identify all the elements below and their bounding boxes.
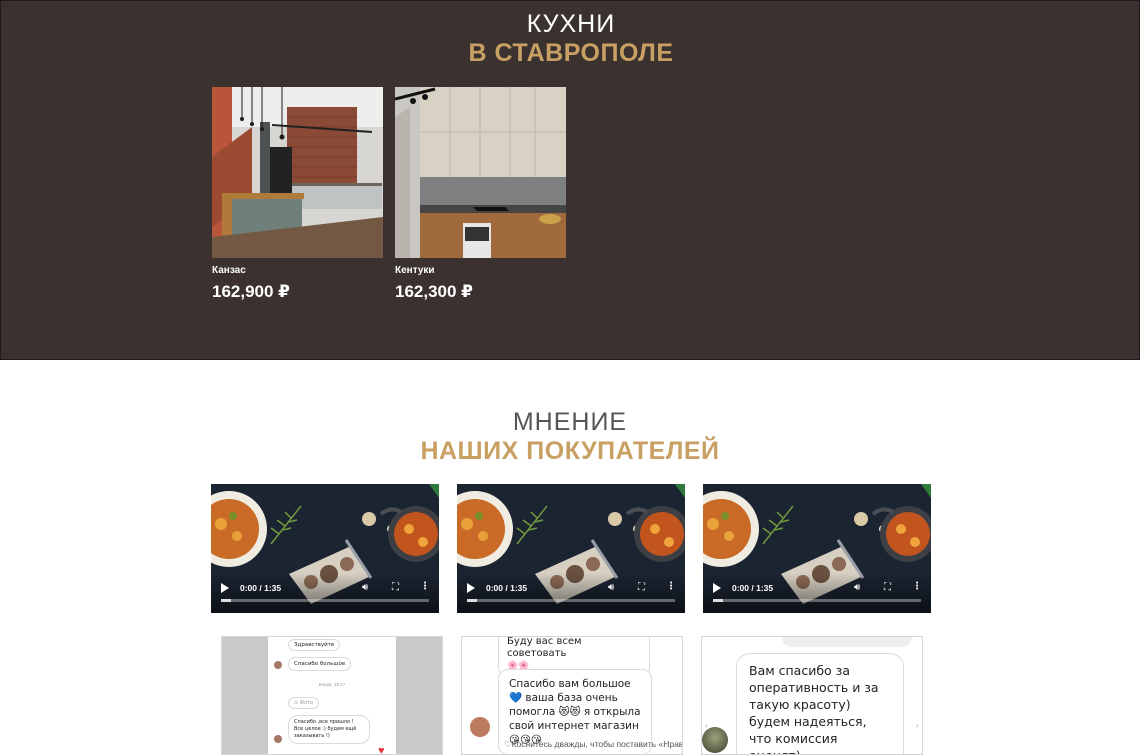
chevron-left-icon[interactable]: ‹ [705,721,708,730]
avatar [274,661,282,669]
heart-icon: ♥ [378,745,385,755]
video-progress-bar[interactable] [221,599,429,602]
review-screenshot-1[interactable]: Здравствуйте Спасибо большое Вчера, 19:1… [221,636,443,755]
reviews-title: МНЕНИЕ [512,408,628,436]
catalog-title: КУХНИ [526,10,616,38]
like-hint: ♡Коснитесь дважды, чтобы поставить «Нрав [504,739,683,750]
chat-bubble: Спасибо ,все пришло ! Все целое :) будем… [288,715,370,744]
kitchen-photo-loft [212,87,383,258]
video-controls: 0:00 / 1:35 🔊︎ ⛶ ⋮ [457,573,685,613]
chat-photo-label: Фото [299,700,314,706]
product-name[interactable]: Канзас [212,265,383,276]
chat-bubble: Вам спасибо за оперативность и за такую … [736,653,904,754]
volume-icon[interactable]: 🔊︎ [854,582,860,593]
chat-bubble-outgoing [782,637,912,647]
chat-date: Вчера, 19:17 [318,682,346,687]
reviews-subtitle: НАШИХ ПОКУПАТЕЛЕЙ [420,437,720,465]
video-time: 0:00 / 1:35 [486,583,528,593]
chat-bubble: Спасибо большое [288,657,352,671]
volume-icon[interactable]: 🔊︎ [362,582,368,593]
video-progress-bar[interactable] [467,599,675,602]
play-icon[interactable] [467,583,475,593]
fullscreen-icon[interactable]: ⛶ [392,582,399,593]
product-name[interactable]: Кентуки [395,265,566,276]
product-image-kansas[interactable] [212,87,383,258]
video-time: 0:00 / 1:35 [732,583,774,593]
review-video-2[interactable]: 0:00 / 1:35 🔊︎ ⛶ ⋮ [457,484,685,613]
play-icon[interactable] [713,583,721,593]
kitchen-photo-modern [395,87,566,258]
video-time: 0:00 / 1:35 [240,583,282,593]
more-options-icon[interactable]: ⋮ [420,581,430,592]
product-price: 162,300 ₽ [395,282,474,301]
review-video-3[interactable]: 0:00 / 1:35 🔊︎ ⛶ ⋮ [703,484,931,613]
video-controls: 0:00 / 1:35 🔊︎ ⛶ ⋮ [703,573,931,613]
play-icon[interactable] [221,583,229,593]
volume-icon[interactable]: 🔊︎ [608,582,614,593]
more-options-icon[interactable]: ⋮ [912,581,922,592]
like-hint-text: Коснитесь дважды, чтобы поставить «Нрав [511,739,683,749]
product-card-kentucky[interactable]: Кентуки 162,300 ₽ [395,87,566,302]
catalog-subtitle: В СТАВРОПОЛЕ [468,39,674,67]
chat-bubble-top: Буду вас всем советовать [507,636,582,659]
heart-outline-icon: ♡ [504,739,512,749]
review-screenshot-3[interactable]: Вам спасибо за оперативность и за такую … [701,636,923,755]
chat-panel: Здравствуйте Спасибо большое Вчера, 19:1… [268,637,396,755]
fullscreen-icon[interactable]: ⛶ [884,582,891,593]
catalog-section: КУХНИ В СТАВРОПОЛЕ Канзас 162,900 ₽ Кент… [0,0,1140,360]
video-controls: 0:00 / 1:35 🔊︎ ⛶ ⋮ [211,573,439,613]
review-video-1[interactable]: 0:00 / 1:35 🔊︎ ⛶ ⋮ [211,484,439,613]
video-progress-bar[interactable] [713,599,921,602]
product-image-kentucky[interactable] [395,87,566,258]
review-screenshot-2[interactable]: Буду вас всем советовать 🌸🌸 Спасибо вам … [461,636,683,755]
chevron-right-icon[interactable]: › [916,721,919,730]
more-options-icon[interactable]: ⋮ [666,581,676,592]
chat-photo-link: ⊙ Фото [288,697,320,709]
product-price: 162,900 ₽ [212,282,291,301]
avatar [274,735,282,743]
avatar [702,727,728,753]
avatar [470,717,490,737]
chat-bubble: Здравствуйте [288,639,341,651]
fullscreen-icon[interactable]: ⛶ [638,582,645,593]
product-card-kansas[interactable]: Канзас 162,900 ₽ [212,87,383,302]
